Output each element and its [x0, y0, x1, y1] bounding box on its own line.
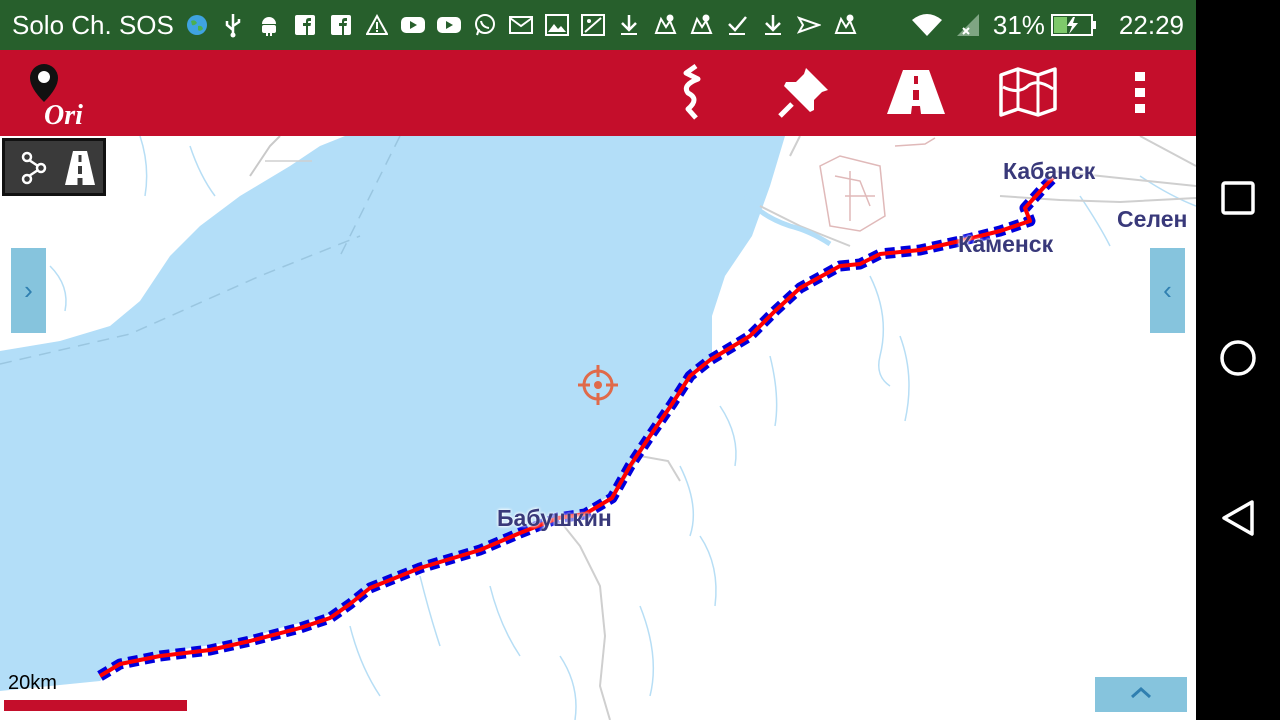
download-icon	[760, 12, 786, 38]
usb-icon	[220, 12, 246, 38]
carrier-label: Solo Ch. SOS	[12, 9, 174, 40]
battery-icon	[1050, 12, 1097, 38]
road-icon	[885, 68, 947, 121]
overflow-menu-button[interactable]	[1108, 64, 1172, 124]
youtube-icon	[436, 12, 462, 38]
send-icon	[796, 12, 822, 38]
app-logo-text: Ori	[44, 100, 83, 126]
scale-label: 20km	[8, 672, 57, 694]
route-button[interactable]	[660, 63, 724, 126]
image-icon	[580, 12, 606, 38]
status-right: 31% 22:29	[911, 0, 1184, 50]
status-left: Solo Ch. SOS	[12, 0, 868, 50]
map-marker-icon	[832, 12, 858, 38]
signal-icon	[955, 12, 981, 38]
recents-icon	[1221, 180, 1255, 220]
android-icon	[256, 12, 282, 38]
battery-percent: 31%	[992, 9, 1045, 40]
mail-icon	[508, 12, 534, 38]
gallery-icon	[544, 12, 570, 38]
facebook-icon	[292, 12, 318, 38]
place-label-kabansk: Кабанск	[1003, 158, 1096, 184]
place-label-babushkin: Бабушкин	[497, 505, 612, 531]
branch-icon[interactable]	[19, 151, 49, 190]
status-bar: Solo Ch. SOS 31% 22:29	[0, 0, 1196, 50]
back-button[interactable]	[1216, 498, 1260, 542]
check-icon	[724, 12, 750, 38]
facebook-icon	[328, 12, 354, 38]
bottom-panel-tab[interactable]	[1095, 677, 1187, 712]
app-toolbar: Ori	[0, 50, 1196, 136]
road-button[interactable]	[884, 64, 948, 124]
app-logo[interactable]: Ori	[24, 62, 90, 131]
pin-button[interactable]	[772, 64, 836, 124]
more-icon	[1134, 70, 1146, 119]
clock: 22:29	[1118, 9, 1184, 40]
recents-button[interactable]	[1216, 178, 1260, 222]
map-view[interactable]: Кабанск Селен Каменск Бабушкин › ‹ 20km	[0, 136, 1196, 720]
place-label-kamensk: Каменск	[958, 231, 1054, 257]
back-icon	[1220, 499, 1256, 542]
chevron-up-icon	[1129, 685, 1153, 704]
warning-icon	[364, 12, 390, 38]
scale-bar	[4, 700, 187, 711]
pin-icon	[776, 64, 832, 125]
map-marker-icon	[652, 12, 678, 38]
mode-toggle[interactable]	[2, 138, 106, 196]
route-icon	[672, 63, 712, 126]
download-icon	[616, 12, 642, 38]
whatsapp-icon	[472, 12, 498, 38]
wifi-icon	[911, 12, 943, 38]
map-canvas[interactable]	[0, 136, 1196, 720]
map-layers-button[interactable]	[996, 64, 1060, 124]
globe-icon	[184, 12, 210, 38]
map-marker-icon	[688, 12, 714, 38]
home-icon	[1219, 339, 1257, 382]
left-panel-tab[interactable]: ›	[11, 248, 46, 333]
system-nav-bar	[1196, 0, 1280, 720]
youtube-icon	[400, 12, 426, 38]
map-icon	[999, 66, 1057, 122]
right-panel-tab[interactable]: ‹	[1150, 248, 1185, 333]
place-label-selenginsk: Селен	[1117, 206, 1188, 232]
road-icon[interactable]	[63, 149, 97, 192]
home-button[interactable]	[1216, 338, 1260, 382]
